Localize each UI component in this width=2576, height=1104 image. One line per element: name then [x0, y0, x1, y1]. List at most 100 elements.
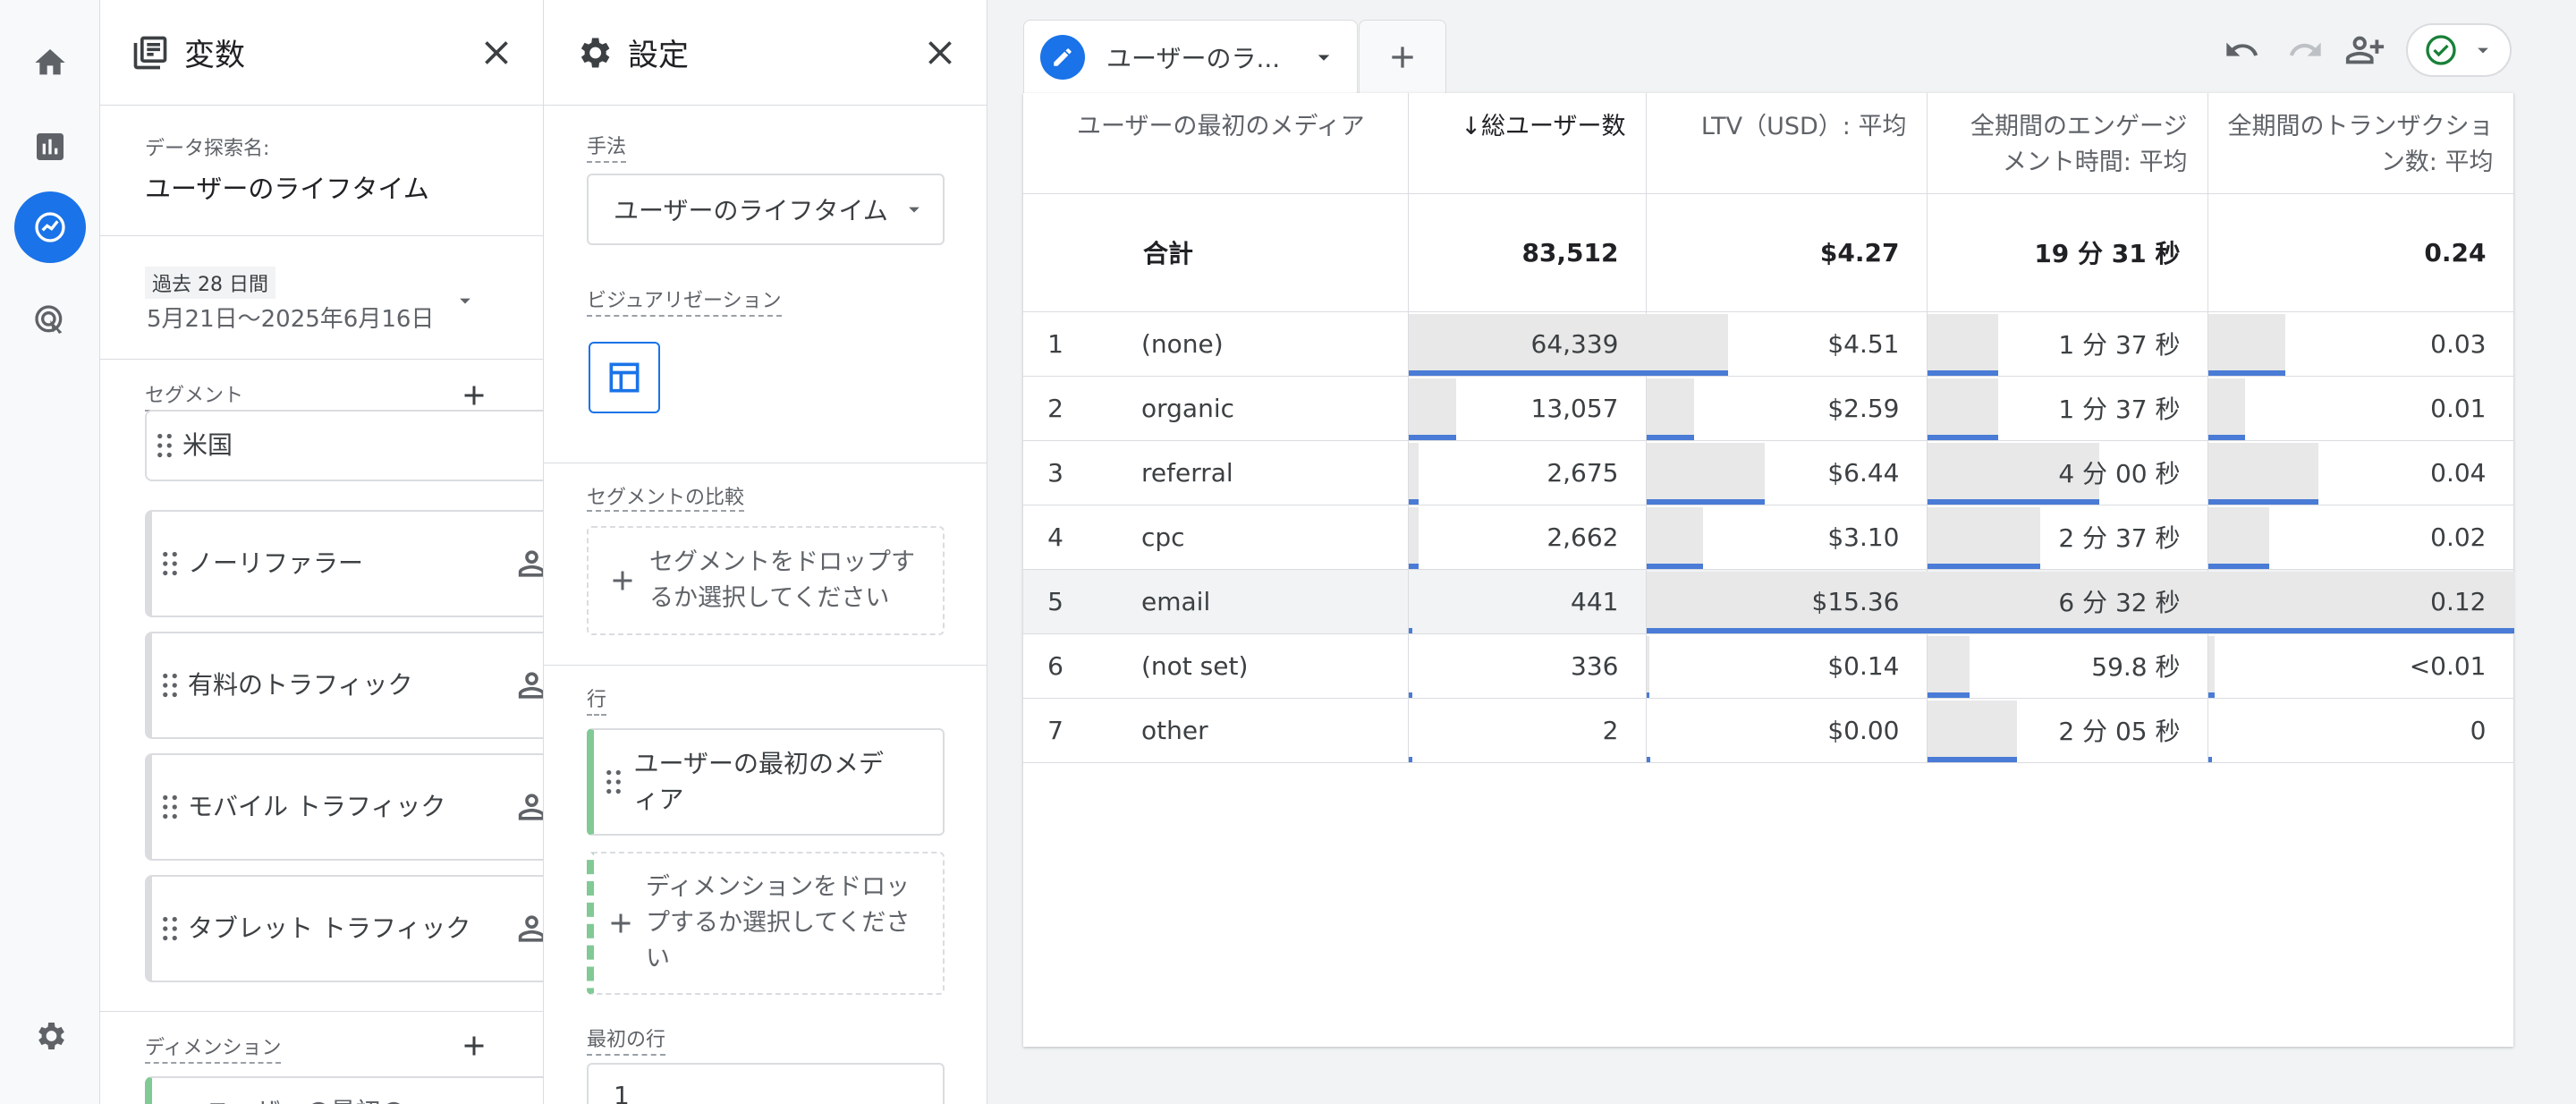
left-nav-rail	[0, 0, 100, 1104]
drag-handle-icon[interactable]	[152, 794, 188, 820]
ltv-cell: $3.10	[1646, 505, 1928, 570]
date-badge: 過去 28 日間	[145, 267, 275, 299]
medium-cell: 1 (none)	[1023, 311, 1409, 377]
segment-label: 米国	[182, 430, 233, 460]
reports-icon[interactable]	[14, 111, 86, 183]
ltv-value: $3.10	[1827, 522, 1900, 552]
table-row[interactable]: 6 (not set) 336 $0.14 59.8 秒 <0.01	[1023, 633, 2514, 699]
users-value: 336	[1571, 650, 1619, 681]
drag-handle-icon[interactable]	[152, 916, 188, 941]
bar-line	[1646, 369, 1728, 376]
ltv-value: $4.51	[1827, 328, 1900, 359]
dimension-item[interactable]: ユーザーの最初の	[145, 1076, 543, 1104]
variables-header: 変数	[100, 0, 543, 106]
segment-item[interactable]: ノーリファラー	[145, 510, 543, 617]
exploration-name-value[interactable]: ユーザーのライフタイム	[145, 168, 543, 206]
segment-item[interactable]: タブレット トラフィック	[145, 875, 543, 982]
redo-icon[interactable]	[2281, 25, 2331, 75]
row-dimension-item[interactable]: ユーザーの最初のメディア	[587, 728, 945, 836]
bar-line	[2207, 756, 2212, 762]
edit-icon[interactable]	[1040, 34, 1085, 80]
exploration-name-label: データ探索名:	[145, 138, 270, 160]
col-header-transactions[interactable]: 全期間のトランザクション数: 平均	[2207, 93, 2514, 194]
bar-fill	[1408, 442, 1419, 505]
drag-handle-icon[interactable]	[594, 769, 634, 794]
rows-label: 行	[587, 684, 607, 716]
bar-line	[1646, 434, 1694, 440]
users-value: 441	[1571, 586, 1619, 616]
close-icon[interactable]	[477, 33, 516, 72]
date-range-section[interactable]: 過去 28 日間 5月21日～2025年6月16日	[100, 236, 543, 360]
medium-label: (none)	[1141, 328, 1224, 359]
table-row[interactable]: 7 other 2 $0.00 2 分 05 秒 0	[1023, 698, 2514, 763]
col-header-ltv[interactable]: LTV（USD）: 平均	[1646, 93, 1928, 194]
share-users-icon[interactable]	[2340, 25, 2390, 75]
table-row[interactable]: 2 organic 13,057 $2.59 1 分 37 秒 0.01	[1023, 376, 2514, 441]
home-icon[interactable]	[14, 27, 86, 98]
total-label: 合計	[1023, 193, 1409, 312]
add-segment-icon[interactable]	[458, 379, 490, 412]
undo-icon[interactable]	[2216, 25, 2267, 75]
bar-fill	[1927, 506, 2040, 569]
data-table: ユーザーの最初のメディア ↓総ユーザー数 LTV（USD）: 平均 全期間のエン…	[1023, 93, 2514, 763]
chevron-down-icon	[909, 207, 919, 213]
medium-cell: 2 organic	[1023, 376, 1409, 441]
drag-handle-icon[interactable]	[147, 433, 182, 458]
bar-line	[1646, 498, 1765, 505]
table-row[interactable]: 4 cpc 2,662 $3.10 2 分 37 秒 0.02	[1023, 505, 2514, 570]
date-range-text: 5月21日～2025年6月16日	[147, 306, 435, 333]
add-dimension-icon[interactable]	[458, 1030, 490, 1062]
table-row[interactable]: 5 email 441 $15.36 6 分 32 秒 0.12	[1023, 569, 2514, 634]
explore-icon[interactable]	[14, 191, 86, 263]
engagement-cell: 1 分 37 秒	[1927, 376, 2208, 441]
transactions-cell: 0	[2207, 698, 2514, 763]
bar-fill	[2207, 506, 2269, 569]
engagement-cell: 2 分 05 秒	[1927, 698, 2208, 763]
col-header-engagement[interactable]: 全期間のエンゲージメント時間: 平均	[1927, 93, 2208, 194]
table-row[interactable]: 3 referral 2,675 $6.44 4 分 00 秒 0.04	[1023, 440, 2514, 505]
segment-item[interactable]: 米国	[145, 410, 543, 481]
engagement-value: 4 分 00 秒	[2058, 459, 2181, 488]
bar-fill	[1927, 700, 2017, 762]
users-value: 2	[1602, 715, 1619, 745]
bar-fill	[1927, 313, 1998, 376]
users-value: 2,675	[1546, 457, 1619, 488]
row-index: 3	[1047, 457, 1063, 488]
chevron-down-icon[interactable]	[1310, 44, 1337, 71]
table-viz-button[interactable]	[589, 342, 660, 413]
segment-drop-zone[interactable]: セグメントをドロップするか選択してください	[587, 526, 945, 635]
tab-exploration[interactable]: ユーザーのラ...	[1023, 20, 1358, 93]
bar-fill	[1646, 635, 1649, 698]
drag-handle-icon[interactable]	[152, 551, 188, 576]
variables-icon	[133, 36, 167, 69]
users-value: 64,339	[1530, 328, 1619, 359]
dimension-drop-zone[interactable]: ディメンションをドロップするか選択してください	[587, 852, 945, 995]
segment-compare-section: セグメントの比較 セグメントをドロップするか選択してください	[544, 463, 987, 666]
users-cell: 2,675	[1408, 440, 1647, 505]
transactions-value: 0.12	[2430, 586, 2487, 616]
first-row-input[interactable]: 1	[587, 1063, 945, 1104]
transactions-cell: 0.02	[2207, 505, 2514, 570]
total-ltv: $4.27	[1646, 193, 1928, 312]
dimension-label: ユーザーの最初の	[152, 1094, 543, 1104]
transactions-cell: 0.04	[2207, 440, 2514, 505]
gear-icon[interactable]	[14, 1000, 86, 1072]
segment-item[interactable]: 有料のトラフィック	[145, 632, 543, 739]
drag-handle-icon[interactable]	[152, 673, 188, 698]
close-icon[interactable]	[920, 33, 960, 72]
total-engagement: 19 分 31 秒	[1927, 193, 2208, 312]
bar-line	[1408, 692, 1412, 698]
engagement-cell: 2 分 37 秒	[1927, 505, 2208, 570]
chevron-down-icon[interactable]	[453, 288, 478, 313]
technique-select[interactable]: ユーザーのライフタイム	[587, 174, 945, 245]
table-row[interactable]: 1 (none) 64,339 $4.51 1 分 37 秒 0.03	[1023, 311, 2514, 377]
segment-item[interactable]: モバイル トラフィック	[145, 753, 543, 861]
medium-label: organic	[1141, 393, 1235, 423]
advertising-icon[interactable]	[14, 284, 86, 356]
col-header-users[interactable]: ↓総ユーザー数	[1408, 93, 1647, 194]
save-status-button[interactable]	[2406, 23, 2512, 77]
transactions-cell: 0.01	[2207, 376, 2514, 441]
add-tab-button[interactable]	[1359, 20, 1446, 93]
col-header-medium[interactable]: ユーザーの最初のメディア	[1023, 93, 1409, 194]
row-index: 5	[1047, 586, 1063, 616]
